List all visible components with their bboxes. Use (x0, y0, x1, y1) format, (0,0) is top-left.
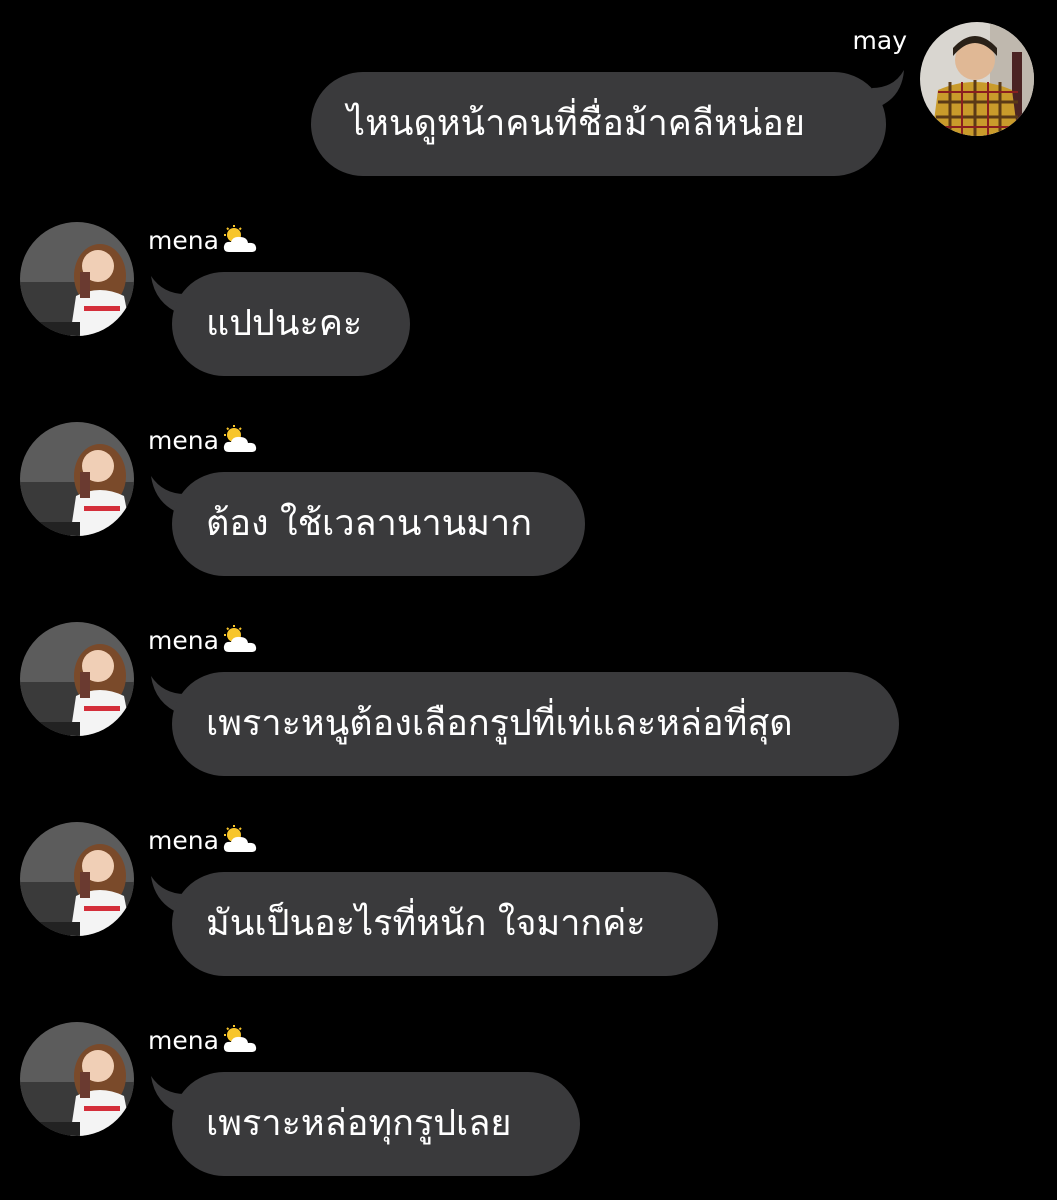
sun-behind-cloud-icon (221, 425, 259, 455)
sender-name-text: mena (148, 226, 219, 255)
sender-name: mena (148, 425, 259, 457)
sun-behind-cloud-icon (221, 825, 259, 855)
incoming-message: mena แปปนะคะ (0, 200, 1057, 400)
sender-name: mena (148, 625, 259, 657)
sun-behind-cloud-icon (221, 1025, 259, 1055)
avatar-mena[interactable] (20, 1022, 134, 1136)
sender-name-text: mena (148, 1026, 219, 1055)
message-bubble[interactable]: ไหนดูหน้าคนที่ชื่อม้าคลีหน่อย (311, 72, 886, 176)
sender-name-text: mena (148, 626, 219, 655)
sender-name-text: mena (148, 426, 219, 455)
sun-behind-cloud-icon (221, 225, 259, 255)
message-bubble[interactable]: เพราะหนูต้องเลือกรูปที่เท่และหล่อที่สุด (172, 672, 899, 776)
message-text: เพราะหล่อทุกรูปเลย (206, 1103, 512, 1144)
sender-name: mena (148, 825, 259, 857)
message-bubble[interactable]: เพราะหล่อทุกรูปเลย (172, 1072, 580, 1176)
incoming-message: mena เพราะหนูต้องเลือกรูปที่เท่และหล่อที… (0, 600, 1057, 800)
message-text: เพราะหนูต้องเลือกรูปที่เท่และหล่อที่สุด (206, 703, 793, 744)
message-text: ต้อง ใช้เวลานานมาก (206, 503, 533, 544)
avatar-mena[interactable] (20, 622, 134, 736)
sun-behind-cloud-icon (221, 625, 259, 655)
incoming-message: mena เพราะหล่อทุกรูปเลย (0, 1000, 1057, 1200)
sender-name: mena (148, 225, 259, 257)
avatar-mena[interactable] (20, 222, 134, 336)
message-bubble[interactable]: มันเป็นอะไรที่หนัก ใจมากค่ะ (172, 872, 718, 976)
sender-name: may (852, 26, 907, 55)
incoming-message: mena ต้อง ใช้เวลานานมาก (0, 400, 1057, 600)
message-bubble[interactable]: ต้อง ใช้เวลานานมาก (172, 472, 585, 576)
message-bubble[interactable]: แปปนะคะ (172, 272, 410, 376)
sender-name: mena (148, 1025, 259, 1057)
avatar-mena[interactable] (20, 422, 134, 536)
message-text: มันเป็นอะไรที่หนัก ใจมากค่ะ (206, 903, 646, 944)
outgoing-message: may ไหนดูหน้าคนที่ชื่อม้าคลีหน่อย (0, 0, 1057, 200)
sender-name-text: mena (148, 826, 219, 855)
message-text: ไหนดูหน้าคนที่ชื่อม้าคลีหน่อย (347, 103, 805, 144)
message-text: แปปนะคะ (206, 303, 363, 344)
avatar-may[interactable] (920, 22, 1034, 136)
bubble-tail (872, 68, 912, 108)
avatar-mena[interactable] (20, 822, 134, 936)
incoming-message: mena มันเป็นอะไรที่หนัก ใจมากค่ะ (0, 800, 1057, 1000)
